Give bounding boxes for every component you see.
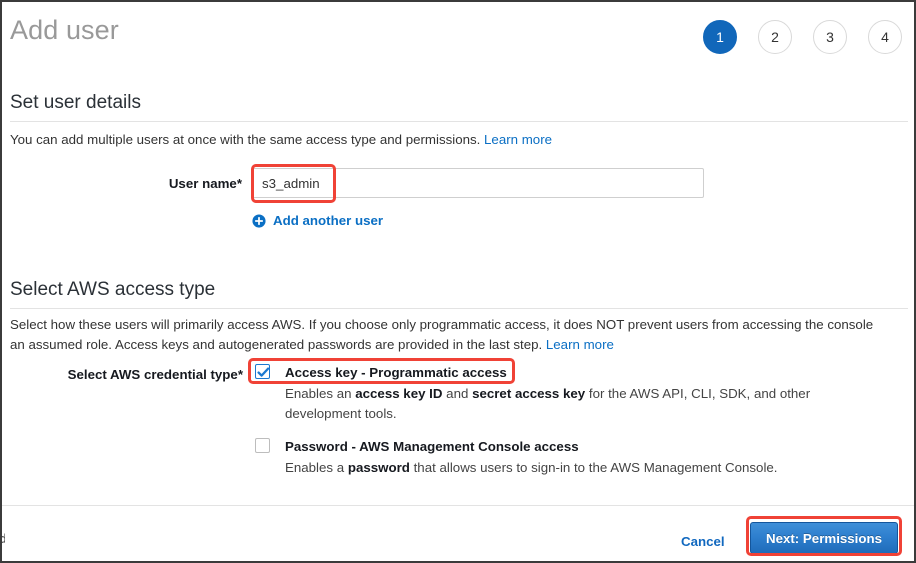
password-desc-part-0: Enables a xyxy=(285,460,348,475)
password-desc-part-1: password xyxy=(348,460,410,475)
credential-option-password: Password - AWS Management Console access… xyxy=(2,2,914,82)
next-permissions-button[interactable]: Next: Permissions xyxy=(750,522,898,554)
password-checkbox[interactable] xyxy=(255,438,270,453)
section-divider-access-type xyxy=(10,308,908,309)
add-user-page: Add user 1 2 3 4 Set user details You ca… xyxy=(2,2,914,561)
access-key-checkbox[interactable] xyxy=(255,364,270,379)
access-key-desc-part-3: secret access key xyxy=(472,386,585,401)
access-key-desc-part-1: access key ID xyxy=(355,386,442,401)
user-details-description-text: You can add multiple users at once with … xyxy=(10,132,484,147)
add-user-window: Add user 1 2 3 4 Set user details You ca… xyxy=(0,0,916,563)
access-key-option-title: Access key - Programmatic access xyxy=(285,365,507,380)
password-option-description: Enables a password that allows users to … xyxy=(285,458,885,478)
access-key-desc-part-0: Enables an xyxy=(285,386,355,401)
learn-more-link-access-type[interactable]: Learn more xyxy=(546,337,614,352)
checkmark-icon xyxy=(257,366,270,379)
access-type-description-line2: an assumed role. Access keys and autogen… xyxy=(10,335,614,355)
access-key-desc-part-2: and xyxy=(442,386,472,401)
clipped-footer-text: d xyxy=(2,531,5,546)
user-name-label: User name* xyxy=(62,176,242,191)
credential-type-label: Select AWS credential type* xyxy=(2,367,243,382)
access-type-description-line2-text: an assumed role. Access keys and autogen… xyxy=(10,337,546,352)
access-key-option-description: Enables an access key ID and secret acce… xyxy=(285,384,885,424)
password-option-title: Password - AWS Management Console access xyxy=(285,439,579,454)
access-key-desc-part-4: for the AWS API, CLI, SDK, and other xyxy=(585,386,810,401)
user-details-description: You can add multiple users at once with … xyxy=(10,130,552,150)
add-another-user-button[interactable]: Add another user xyxy=(252,213,383,228)
plus-circle-icon xyxy=(252,214,266,228)
access-key-desc-line2: development tools. xyxy=(285,406,397,421)
footer-bar: d Cancel Next: Permissions xyxy=(2,505,914,561)
password-desc-part-2: that allows users to sign-in to the AWS … xyxy=(410,460,778,475)
add-another-user-label: Add another user xyxy=(273,213,383,228)
access-type-description-line1: Select how these users will primarily ac… xyxy=(10,315,873,335)
learn-more-link-user-details[interactable]: Learn more xyxy=(484,132,552,147)
select-access-type-heading: Select AWS access type xyxy=(10,279,215,301)
user-name-input[interactable] xyxy=(252,168,704,198)
section-divider-user-details xyxy=(10,121,908,122)
cancel-button[interactable]: Cancel xyxy=(681,534,725,549)
